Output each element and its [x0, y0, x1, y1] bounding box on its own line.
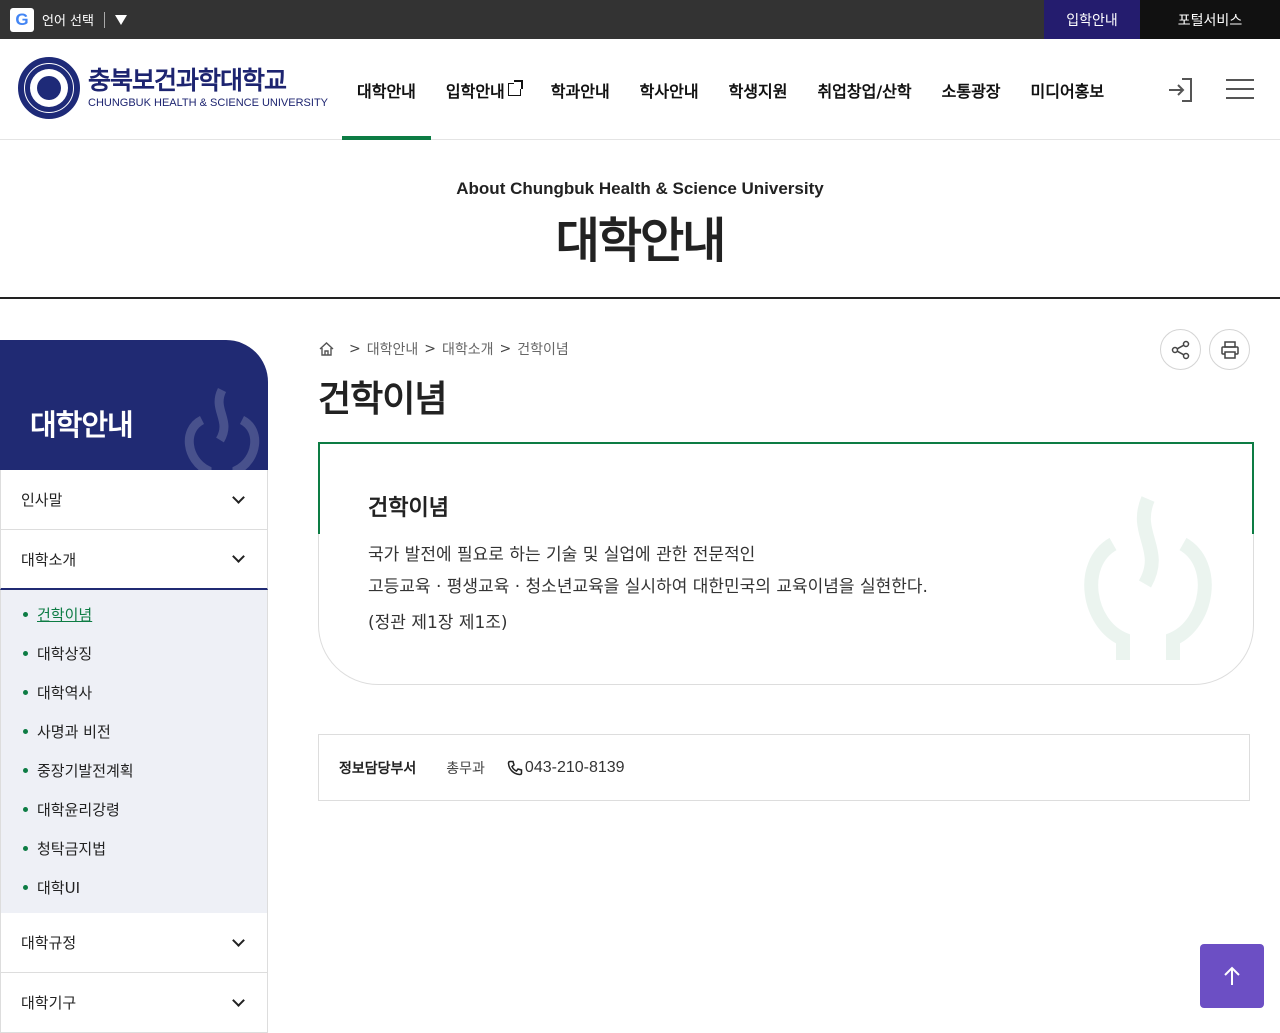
chevron-down-icon [232, 490, 245, 504]
logo-english-name: CHUNGBUK HEALTH & SCIENCE UNIVERSITY [88, 97, 329, 109]
philosophy-text-line: 고등교육 · 평생교육 · 청소년교육을 실시하여 대한민국의 교육이념을 실현… [368, 577, 928, 597]
sidebar-item-label: 대학기구 [21, 994, 77, 1012]
info-label: 정보담당부서 [339, 760, 417, 777]
bullet-icon [23, 768, 28, 773]
university-logo[interactable]: 충북보건과학대학교 CHUNGBUK HEALTH & SCIENCE UNIV… [18, 57, 328, 119]
submenu-label: 청탁금지법 [37, 840, 107, 858]
site-header: 충북보건과학대학교 CHUNGBUK HEALTH & SCIENCE UNIV… [0, 39, 1280, 140]
submenu-item-ui[interactable]: 대학UI [1, 868, 267, 907]
submenu-item-symbols[interactable]: 대학상징 [1, 634, 267, 673]
submenu-label: 대학상징 [37, 645, 93, 663]
bullet-icon [23, 846, 28, 851]
nav-item-community[interactable]: 소통광장 [927, 39, 1016, 140]
breadcrumb-current: 건학이념 [517, 342, 569, 358]
submenu-label: 대학UI [37, 879, 81, 897]
bullet-icon [23, 690, 28, 695]
top-admission-link[interactable]: 입학안내 [1044, 0, 1140, 39]
language-label: 언어 선택 [42, 14, 94, 29]
hamburger-menu-icon[interactable] [1226, 79, 1254, 101]
sidebar-navigation: 인사말 대학소개 건학이념 대학상징 대학역사 사명과 비전 중장기발전계획 대… [0, 470, 268, 1033]
nav-item-admission-label: 입학안내 [445, 81, 505, 101]
university-emblem-watermark-icon [1084, 496, 1212, 660]
home-icon[interactable] [318, 341, 335, 357]
university-seal-icon [18, 57, 80, 119]
bullet-icon [23, 612, 28, 617]
nav-item-academics[interactable]: 학사안내 [625, 39, 714, 140]
submenu-item-ethics[interactable]: 대학윤리강령 [1, 790, 267, 829]
main-navigation: 대학안내 입학안내 학과안내 학사안내 학생지원 취업창업/산학 소통광장 미디… [342, 39, 1119, 140]
submenu-label: 건학이념 [37, 606, 93, 624]
contact-info-box: 정보담당부서 총무과 043-210-8139 [318, 734, 1250, 801]
sidebar-item-organization[interactable]: 대학기구 [0, 973, 268, 1033]
page-hero: About Chungbuk Health & Science Universi… [0, 141, 1280, 299]
submenu-item-founding-philosophy[interactable]: 건학이념 [1, 595, 267, 634]
logo-korean-name: 충북보건과학대학교 [88, 66, 287, 95]
info-department: 총무과 [446, 760, 485, 777]
hero-english-title: About Chungbuk Health & Science Universi… [456, 179, 824, 198]
sidebar-item-label: 대학소개 [21, 550, 77, 569]
submenu-label: 대학역사 [37, 684, 93, 702]
sidebar-title: 대학안내 [30, 408, 134, 442]
top-utility-bar: G 언어 선택 입학안내 포털서비스 [0, 0, 1280, 39]
back-to-top-button[interactable] [1200, 944, 1264, 1008]
login-icon[interactable] [1166, 77, 1194, 103]
breadcrumb-item[interactable]: 대학안내 [367, 339, 419, 359]
chevron-down-icon [232, 933, 245, 947]
submenu-label: 사명과 비전 [37, 723, 111, 741]
nav-item-about[interactable]: 대학안내 [342, 39, 431, 140]
breadcrumb: > 대학안내 > 대학소개 > 건학이념 [318, 339, 569, 359]
nav-item-student-support[interactable]: 학생지원 [714, 39, 803, 140]
sidebar-item-label: 대학규정 [21, 934, 77, 952]
info-phone[interactable]: 043-210-8139 [525, 759, 625, 777]
nav-item-admission[interactable]: 입학안내 [431, 39, 536, 140]
nav-item-media[interactable]: 미디어홍보 [1016, 39, 1120, 140]
sidebar-title-panel: 대학안내 [0, 340, 268, 470]
submenu-item-history[interactable]: 대학역사 [1, 673, 267, 712]
arrow-up-icon [1224, 966, 1240, 985]
print-button[interactable] [1209, 329, 1250, 370]
submenu-label: 대학윤리강령 [37, 801, 120, 819]
breadcrumb-item[interactable]: 대학소개 [442, 339, 494, 359]
page-title: 건학이념 [318, 379, 447, 420]
phone-icon [507, 760, 523, 775]
external-link-icon [507, 80, 523, 96]
google-translate-icon: G [10, 7, 34, 32]
sidebar-item-label: 인사말 [21, 491, 63, 509]
sidebar-item-regulations[interactable]: 대학규정 [0, 913, 268, 973]
top-portal-link[interactable]: 포털서비스 [1140, 0, 1280, 39]
submenu-item-development-plan[interactable]: 중장기발전계획 [1, 751, 267, 790]
sidebar-item-introduction[interactable]: 대학소개 [0, 530, 268, 590]
printer-icon [1220, 340, 1239, 359]
philosophy-text-line: 국가 발전에 필요로 하는 기술 및 실업에 관한 전문적인 [368, 545, 756, 565]
divider [103, 11, 105, 28]
share-icon [1171, 340, 1189, 359]
sidebar-submenu: 건학이념 대학상징 대학역사 사명과 비전 중장기발전계획 대학윤리강령 청탁금… [0, 590, 268, 913]
philosophy-card: 건학이념 국가 발전에 필요로 하는 기술 및 실업에 관한 전문적인 고등교육… [318, 442, 1254, 685]
bullet-icon [23, 729, 28, 734]
nav-item-departments[interactable]: 학과안내 [536, 39, 625, 140]
university-emblem-icon [184, 387, 260, 470]
bullet-icon [23, 807, 28, 812]
card-heading: 건학이념 [368, 496, 449, 521]
language-selector[interactable]: G 언어 선택 [10, 7, 127, 32]
submenu-item-mission-vision[interactable]: 사명과 비전 [1, 712, 267, 751]
hero-title: 대학안내 [555, 213, 727, 269]
share-button[interactable] [1160, 329, 1201, 370]
chevron-down-icon [232, 993, 245, 1007]
bullet-icon [23, 651, 28, 656]
submenu-item-anti-graft[interactable]: 청탁금지법 [1, 829, 267, 868]
submenu-label: 중장기발전계획 [37, 762, 134, 780]
nav-item-career[interactable]: 취업창업/산학 [802, 39, 926, 140]
bullet-icon [23, 885, 28, 890]
caret-down-icon[interactable] [114, 14, 127, 25]
sidebar-item-greeting[interactable]: 인사말 [0, 470, 268, 530]
chevron-down-icon [232, 550, 245, 563]
philosophy-source: (정관 제1장 제1조) [368, 613, 508, 633]
